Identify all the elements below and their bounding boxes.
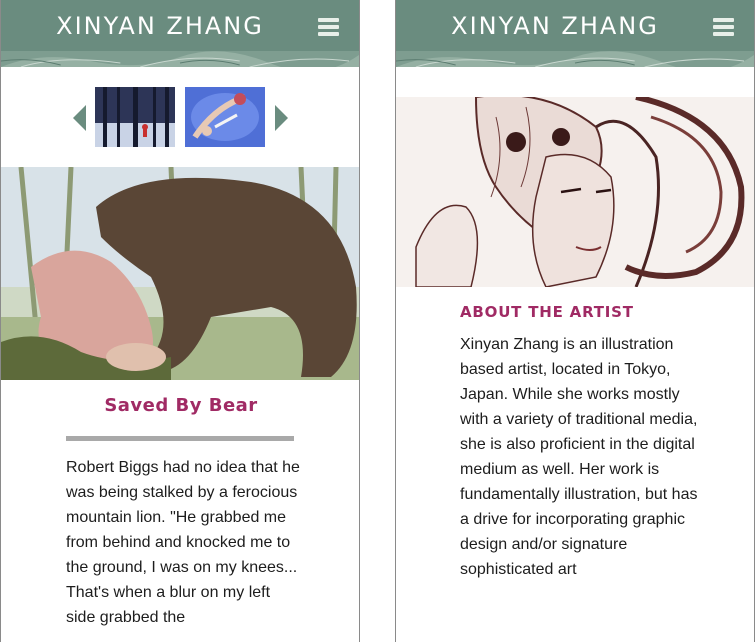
hamburger-icon[interactable] <box>713 18 734 37</box>
site-header: XINYAN ZHANG <box>1 0 359 67</box>
about-heading: ABOUT THE ARTIST <box>460 303 634 321</box>
featured-artwork <box>1 167 359 380</box>
site-title[interactable]: XINYAN ZHANG <box>396 12 714 40</box>
site-title[interactable]: XINYAN ZHANG <box>1 12 319 40</box>
about-text: Xinyan Zhang is an illustration based ar… <box>460 336 698 578</box>
triangle-right-icon[interactable] <box>275 105 288 131</box>
triangle-left-icon[interactable] <box>73 105 86 131</box>
gallery-page: XINYAN ZHANG Saved By Bear Robert Biggs … <box>0 0 360 642</box>
thumbnail-carousel <box>1 87 359 147</box>
leaf-pattern-decoration <box>396 51 754 67</box>
artwork-title: Saved By Bear <box>104 395 258 416</box>
artwork-description: Robert Biggs had no idea that he was bei… <box>66 459 300 626</box>
forest-scene-thumbnail[interactable] <box>95 87 175 147</box>
site-header: XINYAN ZHANG <box>396 0 754 67</box>
leaf-pattern-decoration <box>1 51 359 67</box>
blue-figures-thumbnail[interactable] <box>185 87 265 147</box>
about-page: XINYAN ZHANG ABOUT THE ARTIST Xinyan Zha… <box>395 0 755 642</box>
artist-portrait <box>396 97 754 287</box>
hamburger-icon[interactable] <box>318 18 339 37</box>
divider <box>66 436 294 441</box>
